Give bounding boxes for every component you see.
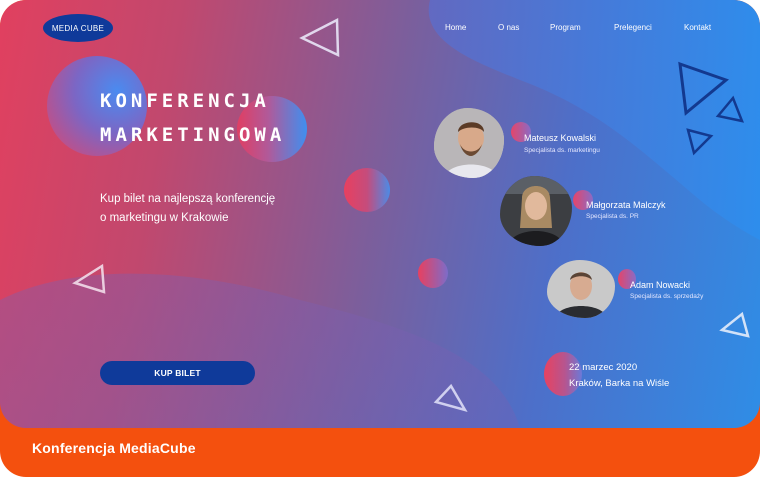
- speaker-name: Małgorzata Malczyk: [586, 200, 666, 210]
- buy-ticket-button[interactable]: KUP BILET: [100, 361, 255, 385]
- speaker-photo: [434, 108, 504, 178]
- event-date: 22 marzec 2020: [569, 362, 638, 373]
- person-avatar-icon: [500, 176, 572, 246]
- website-hero: MEDIA CUBE Home O nas Program Prelegenci…: [0, 0, 760, 428]
- hero-subtitle-line-2: o marketingu w Krakowie: [100, 212, 229, 224]
- speaker-photo: [500, 176, 572, 246]
- speaker-role: Specjalista ds. sprzedaży: [630, 293, 704, 300]
- hero-title: KONFERENCJA MARKETINGOWA: [100, 84, 285, 152]
- triangle-outline: [719, 311, 750, 338]
- gradient-orb: [344, 168, 390, 212]
- main-nav: Home O nas Program Prelegenci Kontakt: [0, 23, 760, 35]
- nav-item-o-nas[interactable]: O nas: [498, 23, 519, 32]
- speaker-name: Mateusz Kowalski: [524, 133, 597, 143]
- project-card: MEDIA CUBE Home O nas Program Prelegenci…: [0, 0, 760, 477]
- person-avatar-icon: [547, 260, 615, 318]
- speaker-photo: [547, 260, 615, 318]
- hero-subtitle-line-1: Kup bilet na najlepszą konferencję: [100, 193, 276, 205]
- gradient-orb: [418, 258, 448, 288]
- nav-item-prelegenci[interactable]: Prelegenci: [614, 23, 652, 32]
- nav-item-home[interactable]: Home: [445, 23, 466, 32]
- nav-item-program[interactable]: Program: [550, 23, 581, 32]
- event-place: Kraków, Barka na Wiśle: [569, 377, 670, 389]
- nav-item-kontakt[interactable]: Kontakt: [684, 23, 711, 32]
- speaker-role: Specjalista ds. marketingu: [524, 147, 600, 154]
- hero-subtitle: Kup bilet na najlepszą konferencję o mar…: [100, 190, 275, 228]
- speaker-name: Adam Nowacki: [630, 280, 691, 290]
- hero-title-line-1: KONFERENCJA: [100, 90, 270, 112]
- project-title: Konferencja MediaCube: [32, 440, 196, 456]
- person-avatar-icon: [434, 108, 504, 178]
- event-info: 22 marzec 2020 Kraków, Barka na Wiśle: [569, 360, 669, 391]
- hero-title-line-2: MARKETINGOWA: [100, 124, 286, 146]
- speaker-role: Specjalista ds. PR: [586, 213, 639, 220]
